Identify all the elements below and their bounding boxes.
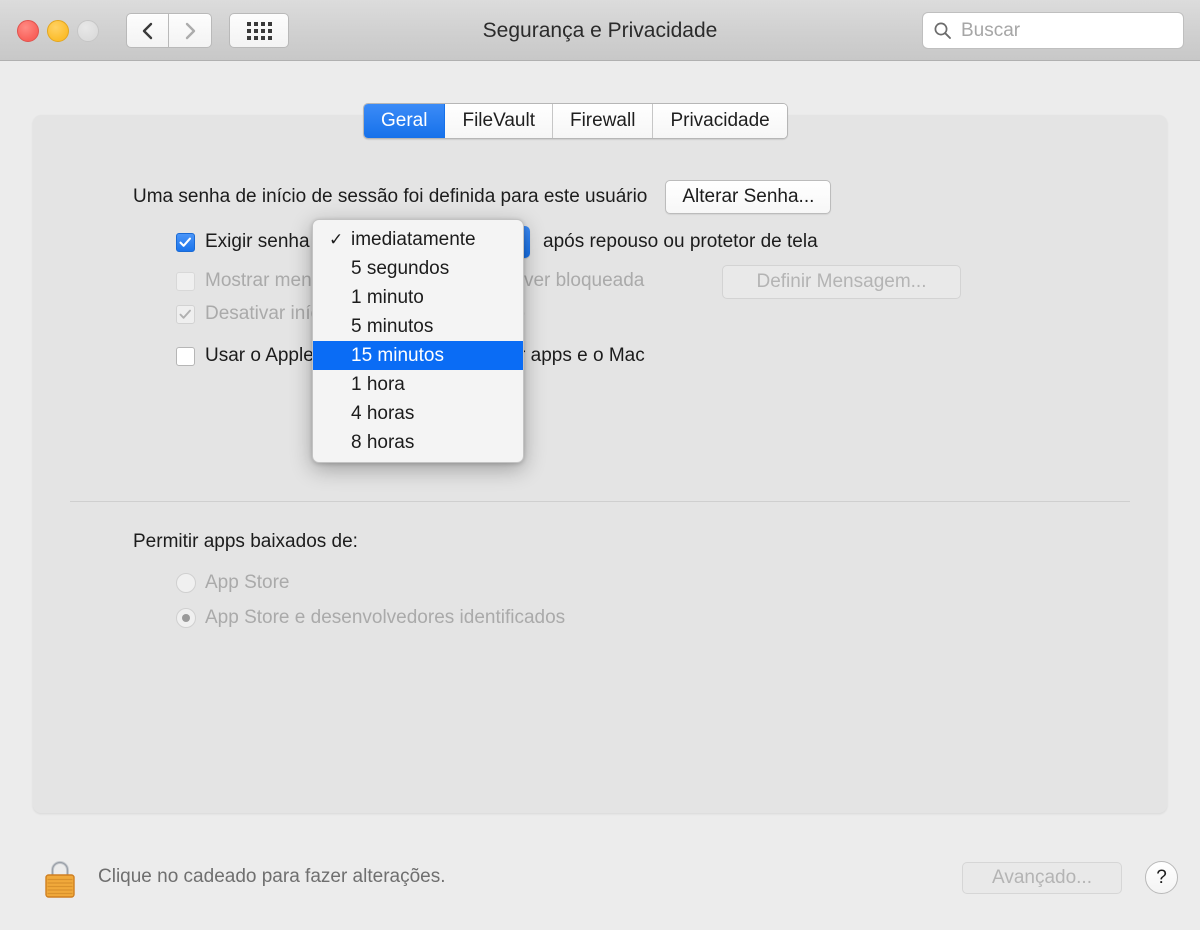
help-button[interactable]: ? [1145, 861, 1178, 894]
gatekeeper-title-row: Permitir apps baixados de: [133, 531, 358, 553]
window-titlebar: Segurança e Privacidade Buscar [0, 0, 1200, 61]
menu-item-label: 1 minuto [351, 287, 424, 308]
show-all-button[interactable] [229, 13, 289, 48]
tab-firewall[interactable]: Firewall [552, 104, 654, 138]
preference-pane-panel [33, 115, 1167, 813]
traffic-light-group [17, 20, 99, 42]
checkmark-icon [179, 309, 191, 319]
gatekeeper-option-appstore: App Store [176, 572, 290, 594]
radio-selected-dot [182, 614, 190, 622]
grid-icon [246, 21, 272, 40]
forward-button[interactable] [169, 13, 212, 48]
navigation-button-group [126, 13, 212, 48]
minimize-window-button[interactable] [47, 20, 69, 42]
menu-item-label: 1 hora [351, 374, 405, 395]
back-button[interactable] [126, 13, 169, 48]
chevron-left-icon [142, 22, 153, 39]
set-message-button: Definir Mensagem... [722, 265, 961, 299]
password-status-row: Uma senha de início de sessão foi defini… [133, 180, 832, 214]
search-input-placeholder[interactable]: Buscar [961, 20, 1020, 42]
tab-privacidade[interactable]: Privacidade [653, 104, 787, 138]
radio-app-store-label: App Store [205, 572, 290, 593]
menu-item-5-minutos[interactable]: 5 minutos [313, 312, 523, 341]
require-password-delay-menu: ✓ imediatamente 5 segundos 1 minuto 5 mi… [312, 219, 524, 463]
show-message-checkbox [176, 271, 195, 291]
chevron-right-icon [185, 22, 195, 39]
menu-item-imediatamente[interactable]: ✓ imediatamente [313, 225, 523, 254]
apple-watch-checkbox[interactable] [176, 346, 195, 366]
section-divider [70, 501, 1130, 502]
gatekeeper-option-appstore-identified: App Store e desenvolvedores identificado… [176, 607, 565, 629]
checkmark-icon [179, 237, 192, 247]
close-window-button[interactable] [17, 20, 39, 42]
menu-item-label: 4 horas [351, 403, 415, 424]
menu-item-label: imediatamente [351, 229, 476, 250]
menu-item-1-hora[interactable]: 1 hora [313, 370, 523, 399]
set-message-button-row: Definir Mensagem... [722, 265, 961, 299]
lock-hint-label: Clique no cadeado para fazer alterações. [98, 866, 446, 887]
menu-item-label: 5 segundos [351, 258, 450, 279]
require-password-prefix-label: Exigir senha [205, 231, 310, 252]
advanced-button: Avançado... [962, 862, 1122, 894]
preferences-window: Segurança e Privacidade Buscar Geral Fil… [0, 0, 1200, 930]
disable-auto-login-checkbox [176, 304, 195, 324]
tab-filevault[interactable]: FileVault [445, 104, 553, 138]
radio-app-store [176, 573, 196, 593]
password-status-label: Uma senha de início de sessão foi defini… [133, 186, 648, 207]
menu-item-5-segundos[interactable]: 5 segundos [313, 254, 523, 283]
menu-item-1-minuto[interactable]: 1 minuto [313, 283, 523, 312]
lock-closed-icon[interactable] [42, 857, 78, 899]
menu-item-label: 8 horas [351, 432, 415, 453]
search-icon [934, 22, 951, 39]
menu-item-label: 15 minutos [351, 345, 444, 366]
tab-bar: Geral FileVault Firewall Privacidade [363, 103, 788, 139]
menu-checkmark-icon: ✓ [329, 230, 344, 249]
require-password-row: Exigir senha [176, 231, 310, 253]
menu-item-4-horas[interactable]: 4 horas [313, 399, 523, 428]
require-password-suffix-label: após repouso ou protetor de tela [543, 231, 818, 252]
require-password-checkbox[interactable] [176, 232, 195, 252]
search-field[interactable]: Buscar [922, 12, 1184, 49]
change-password-button[interactable]: Alterar Senha... [665, 180, 832, 214]
radio-app-store-identified-label: App Store e desenvolvedores identificado… [205, 607, 566, 628]
menu-item-8-horas[interactable]: 8 horas [313, 428, 523, 457]
tab-geral[interactable]: Geral [364, 104, 446, 138]
gatekeeper-title-label: Permitir apps baixados de: [133, 531, 358, 552]
menu-item-label: 5 minutos [351, 316, 434, 337]
require-password-suffix-row: após repouso ou protetor de tela [543, 231, 818, 253]
radio-app-store-identified [176, 608, 196, 628]
menu-item-15-minutos[interactable]: 15 minutos [313, 341, 523, 370]
zoom-window-button [77, 20, 99, 42]
